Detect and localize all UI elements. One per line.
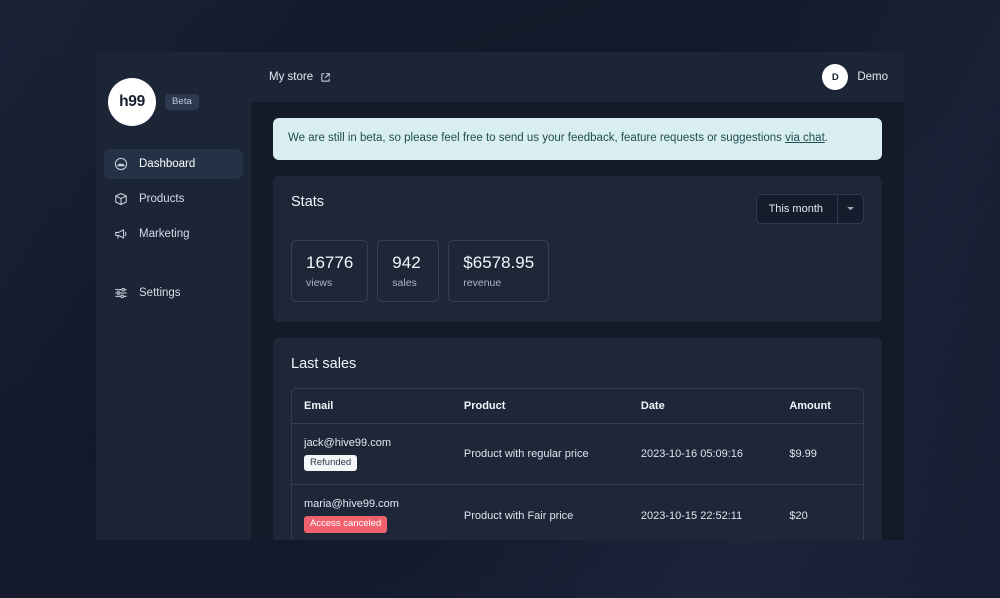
sidebar-item-label: Settings (139, 287, 181, 299)
brand[interactable]: h99 Beta (96, 52, 251, 134)
user-menu[interactable]: D Demo (822, 64, 888, 90)
stats-card-header: Stats This month (291, 194, 864, 224)
avatar: D (822, 64, 848, 90)
status-badge: Access canceled (304, 516, 387, 532)
topbar: My store D Demo (251, 52, 904, 102)
column-header-date[interactable]: Date (629, 389, 777, 424)
stats-row: 16776 views 942 sales $6578.95 revenue (291, 240, 864, 303)
stat-value: $6578.95 (463, 253, 534, 273)
sidebar-item-settings[interactable]: Settings (104, 278, 243, 308)
cell-product: Product with Fair price (452, 485, 629, 540)
sidebar: h99 Beta Dashboard (96, 52, 251, 540)
email-text: jack@hive99.com (304, 437, 391, 449)
megaphone-icon (114, 227, 128, 241)
sidebar-item-label: Dashboard (139, 158, 195, 170)
sidebar-item-dashboard[interactable]: Dashboard (104, 149, 243, 179)
banner-chat-link[interactable]: via chat (785, 132, 825, 144)
last-sales-card: Last sales Email Product Date Amount (273, 338, 882, 540)
email-text: maria@hive99.com (304, 498, 399, 510)
table-body: jack@hive99.com Refunded Product with re… (292, 424, 863, 540)
avatar-initial: D (832, 72, 839, 83)
box-icon (114, 192, 128, 206)
last-sales-table-wrap: Email Product Date Amount jack@hive99.c (291, 388, 864, 540)
stat-label: views (306, 277, 353, 289)
main-area: My store D Demo We are still (251, 52, 904, 540)
banner-text-before: We are still in beta, so please feel fre… (288, 132, 785, 144)
stat-label: revenue (463, 277, 534, 289)
store-link[interactable]: My store (269, 71, 331, 83)
logo[interactable]: h99 (108, 78, 156, 126)
cell-product: Product with regular price (452, 424, 629, 485)
cell-email: maria@hive99.com Access canceled (292, 485, 452, 540)
logo-text: h99 (119, 93, 145, 111)
chevron-down-icon[interactable] (837, 195, 863, 223)
table-row[interactable]: maria@hive99.com Access canceled Product… (292, 485, 863, 540)
stat-value: 16776 (306, 253, 353, 273)
store-link-label: My store (269, 71, 313, 83)
beta-badge: Beta (165, 94, 199, 110)
table-row[interactable]: jack@hive99.com Refunded Product with re… (292, 424, 863, 485)
sidebar-item-label: Products (139, 193, 184, 205)
stat-box-sales: 942 sales (377, 240, 439, 303)
stat-label: sales (392, 277, 424, 289)
cell-date: 2023-10-15 22:52:11 (629, 485, 777, 540)
content: We are still in beta, so please feel fre… (251, 102, 904, 540)
last-sales-header: Last sales (291, 356, 864, 372)
stat-value: 942 (392, 253, 424, 273)
stat-box-views: 16776 views (291, 240, 368, 303)
stat-box-revenue: $6578.95 revenue (448, 240, 549, 303)
dashboard-icon (114, 157, 128, 171)
sidebar-nav: Dashboard Products (96, 134, 251, 308)
sidebar-item-label: Marketing (139, 228, 190, 240)
table-header-row: Email Product Date Amount (292, 389, 863, 424)
stats-card: Stats This month 16776 views (273, 176, 882, 323)
email-cell: jack@hive99.com Refunded (304, 437, 440, 471)
column-header-email[interactable]: Email (292, 389, 452, 424)
last-sales-table: Email Product Date Amount jack@hive99.c (292, 389, 863, 540)
column-header-amount[interactable]: Amount (777, 389, 863, 424)
user-name: Demo (857, 71, 888, 83)
email-cell: maria@hive99.com Access canceled (304, 498, 440, 532)
sidebar-item-products[interactable]: Products (104, 184, 243, 214)
app-window: h99 Beta Dashboard (96, 52, 904, 540)
beta-banner: We are still in beta, so please feel fre… (273, 118, 882, 160)
stats-title: Stats (291, 194, 324, 210)
column-header-product[interactable]: Product (452, 389, 629, 424)
period-select-value: This month (757, 203, 837, 215)
external-link-icon (320, 72, 331, 83)
sidebar-spacer (104, 254, 243, 278)
cell-date: 2023-10-16 05:09:16 (629, 424, 777, 485)
period-select[interactable]: This month (756, 194, 864, 224)
sliders-icon (114, 286, 128, 300)
banner-text-after: . (825, 132, 828, 144)
cell-amount: $20 (777, 485, 863, 540)
sidebar-item-marketing[interactable]: Marketing (104, 219, 243, 249)
cell-email: jack@hive99.com Refunded (292, 424, 452, 485)
last-sales-title: Last sales (291, 356, 356, 372)
cell-amount: $9.99 (777, 424, 863, 485)
table-header: Email Product Date Amount (292, 389, 863, 424)
status-badge: Refunded (304, 455, 357, 471)
